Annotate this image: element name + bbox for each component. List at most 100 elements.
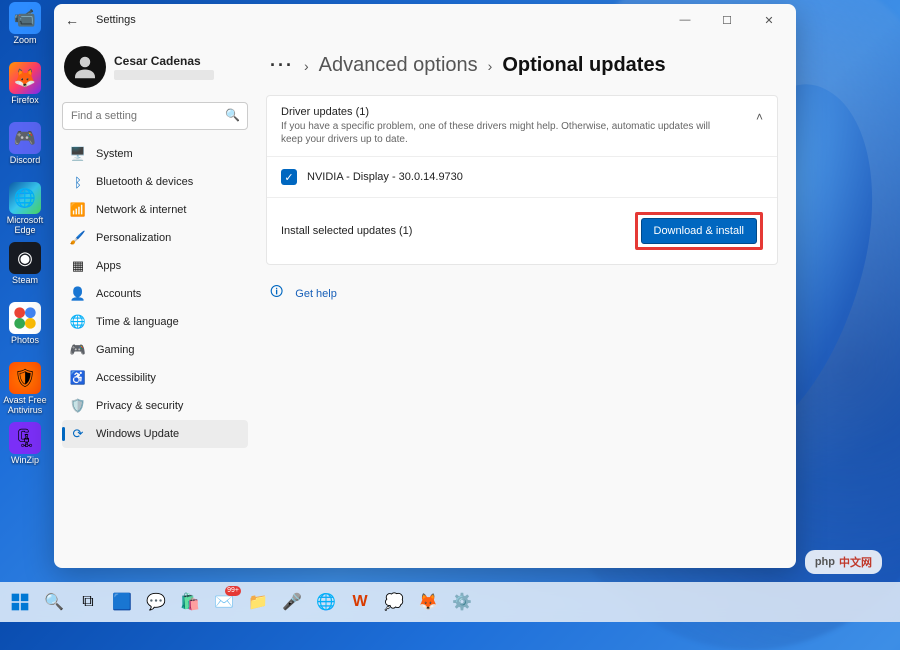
desktop-icon-label: Zoom — [0, 36, 50, 46]
breadcrumb-parent[interactable]: Advanced options — [319, 54, 478, 77]
avast-icon: 🛡 — [9, 362, 41, 394]
download-install-button[interactable]: Download & install — [641, 218, 758, 244]
close-button[interactable]: ✕ — [748, 6, 790, 34]
watermark-text: 中文网 — [839, 554, 872, 570]
desktop-icon-label: WinZip — [0, 456, 50, 466]
maximize-button[interactable]: ☐ — [706, 6, 748, 34]
update-item-row[interactable]: ✓ NVIDIA - Display - 30.0.14.9730 — [267, 156, 777, 197]
shield-icon: 🛡️ — [70, 398, 86, 414]
sidebar-item-network[interactable]: 📶Network & internet — [62, 196, 248, 224]
sidebar: Cesar Cadenas 🔍 🖥️ System ᛒ Bluetooth & de… — [54, 36, 256, 568]
sidebar-item-time[interactable]: 🌐 Time & language — [62, 308, 248, 336]
taskbar-mail[interactable]: ✉️ — [210, 588, 238, 616]
taskbar-widgets[interactable]: 🟦 — [108, 588, 136, 616]
get-help-label: Get help — [295, 288, 337, 300]
main-content: ··· › Advanced options › Optional update… — [256, 36, 796, 568]
back-button[interactable]: ← — [60, 8, 84, 32]
wifi-icon: 📶 — [70, 202, 86, 218]
winzip-icon: 🗜 — [9, 422, 41, 454]
get-help-link[interactable]: 🛈 Get help — [270, 283, 778, 305]
taskbar-search[interactable]: 🔍 — [40, 588, 68, 616]
sidebar-item-accessibility[interactable]: ♿Accessibility — [62, 364, 248, 392]
sidebar-item-label: Gaming — [96, 344, 135, 356]
desktop-icon-discord[interactable]: 🎮Discord — [2, 122, 48, 178]
bluetooth-icon: ᛒ — [70, 174, 86, 190]
sidebar-item-bluetooth[interactable]: ᛒ Bluetooth & devices — [62, 168, 248, 196]
steam-icon: ◉ — [9, 242, 41, 274]
search-input[interactable] — [62, 102, 248, 130]
sidebar-item-system[interactable]: 🖥️ System — [62, 140, 248, 168]
taskbar-store[interactable]: 🛍️ — [176, 588, 204, 616]
search-container: 🔍 — [62, 102, 248, 130]
globe-icon: 🌐 — [70, 314, 86, 330]
taskbar-settings[interactable]: ⚙️ — [448, 588, 476, 616]
taskbar-taskview[interactable]: ⧉ — [74, 588, 102, 616]
sidebar-item-label: Personalization — [96, 232, 171, 244]
desktop-icons: 📹Zoom 🦊Firefox 🎮Discord 🌐Microsoft Edge … — [2, 2, 52, 482]
taskbar-discord[interactable]: 💭 — [380, 588, 408, 616]
taskbar-office[interactable]: W — [346, 588, 374, 616]
firefox-icon: 🦊 — [9, 62, 41, 94]
profile-block[interactable]: Cesar Cadenas — [62, 42, 248, 98]
breadcrumb-more[interactable]: ··· — [270, 55, 294, 76]
desktop-icon-firefox[interactable]: 🦊 Firefox — [2, 62, 48, 118]
desktop-icon-avast[interactable]: 🛡Avast Free Antivirus — [2, 362, 48, 418]
watermark: php中文网 — [805, 550, 882, 574]
sidebar-item-accounts[interactable]: 👤 Accounts — [62, 280, 248, 308]
sidebar-item-privacy[interactable]: 🛡️ Privacy & security — [62, 392, 248, 420]
sidebar-item-label: Bluetooth & devices — [96, 176, 193, 188]
sidebar-item-personalization[interactable]: 🖌️ Personalization — [62, 224, 248, 252]
sidebar-item-apps[interactable]: ▦Apps — [62, 252, 248, 280]
window-title: Settings — [96, 14, 136, 26]
brush-icon: 🖌️ — [70, 230, 86, 246]
desktop-icon-steam[interactable]: ◉ Steam — [2, 242, 48, 298]
card-subtitle: If you have a specific problem, one of t… — [281, 120, 721, 146]
desktop-icon-label: Avast Free Antivirus — [0, 396, 50, 416]
desktop-icon-winzip[interactable]: 🗜 WinZip — [2, 422, 48, 478]
update-item-label: NVIDIA - Display - 30.0.14.9730 — [307, 171, 463, 183]
sidebar-item-label: Windows Update — [96, 428, 179, 440]
sidebar-item-gaming[interactable]: 🎮 Gaming — [62, 336, 248, 364]
gaming-icon: 🎮 — [70, 342, 86, 358]
sidebar-item-label: Privacy & security — [96, 400, 183, 412]
driver-updates-card: Driver updates (1) If you have a specifi… — [266, 95, 778, 265]
chevron-right-icon: › — [304, 58, 309, 74]
settings-window: ← Settings — ☐ ✕ Cesar Cadenas 🔍 🖥️ Syste… — [54, 4, 796, 568]
desktop-icon-zoom[interactable]: 📹 Zoom — [2, 2, 48, 58]
taskbar-explorer[interactable]: 📁 — [244, 588, 272, 616]
desktop-icon-photos[interactable]: Photos — [2, 302, 48, 358]
desktop-icon-label: Firefox — [0, 96, 50, 106]
desktop-icon-label: Photos — [0, 336, 50, 346]
avatar — [64, 46, 106, 88]
profile-email-redacted — [114, 70, 214, 80]
system-icon: 🖥️ — [70, 146, 86, 162]
photos-icon — [9, 302, 41, 334]
desktop-icon-edge[interactable]: 🌐Microsoft Edge — [2, 182, 48, 238]
help-icon: 🛈 — [270, 283, 283, 305]
discord-icon: 🎮 — [9, 122, 41, 154]
desktop-icon-label: Steam — [0, 276, 50, 286]
taskbar-firefox[interactable]: 🦊 — [414, 588, 442, 616]
sidebar-item-windows-update[interactable]: ⟳Windows Update — [62, 420, 248, 448]
sidebar-item-label: Time & language — [96, 316, 179, 328]
taskbar: 🔍 ⧉ 🟦 💬 🛍️ ✉️ 📁 🎤 🌐 W 💭 🦊 ⚙️ — [0, 582, 900, 622]
taskbar-voice[interactable]: 🎤 — [278, 588, 306, 616]
zoom-icon: 📹 — [9, 2, 41, 34]
desktop-icon-label: Microsoft Edge — [0, 216, 50, 236]
chevron-right-icon: › — [488, 58, 493, 74]
taskbar-chrome[interactable]: 🌐 — [312, 588, 340, 616]
profile-name: Cesar Cadenas — [114, 54, 214, 68]
start-button[interactable] — [6, 588, 34, 616]
taskbar-chat[interactable]: 💬 — [142, 588, 170, 616]
card-title: Driver updates (1) — [281, 106, 763, 118]
card-header[interactable]: Driver updates (1) If you have a specifi… — [267, 96, 777, 156]
edge-icon: 🌐 — [9, 182, 41, 214]
install-count-text: Install selected updates (1) — [281, 225, 412, 237]
chevron-up-icon[interactable]: ˄ — [756, 110, 763, 124]
breadcrumb: ··· › Advanced options › Optional update… — [270, 54, 778, 77]
minimize-button[interactable]: — — [664, 6, 706, 34]
sidebar-item-label: Accounts — [96, 288, 141, 300]
person-icon: 👤 — [70, 286, 86, 302]
sidebar-item-label: System — [96, 148, 133, 160]
checkbox-checked[interactable]: ✓ — [281, 169, 297, 185]
